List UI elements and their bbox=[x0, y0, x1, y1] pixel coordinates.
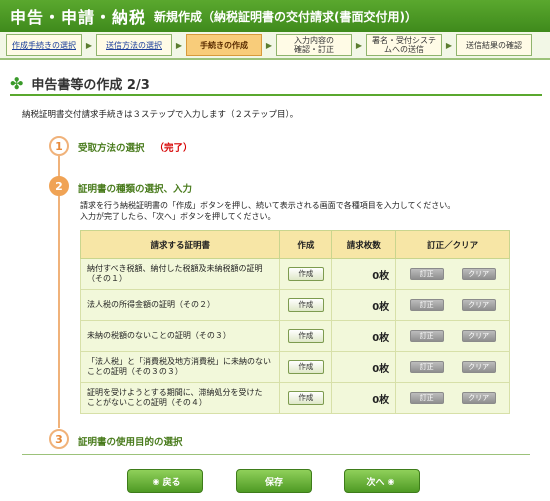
certificate-name-line: ことがないことの証明（その４） bbox=[87, 398, 207, 407]
certificate-name: 法人税の所得金額の証明（その２） bbox=[79, 289, 281, 321]
step-confirm-edit: 入力内容の 確認・訂正 bbox=[276, 34, 352, 56]
request-count: 0枚 bbox=[331, 289, 397, 321]
step-send-result: 送信結果の確認 bbox=[456, 34, 532, 56]
fix-clear-cell: 訂正 クリア bbox=[395, 289, 510, 321]
circle-arrow-right-icon: ◉ bbox=[387, 476, 395, 486]
fix-clear-cell: 訂正 クリア bbox=[395, 382, 510, 414]
fix-clear-cell: 訂正 クリア bbox=[395, 258, 510, 290]
create-button[interactable]: 作成 bbox=[287, 360, 324, 374]
flow-step-1-label: 受取方法の選択 bbox=[78, 143, 145, 154]
step-create-procedure: 手続きの作成 bbox=[186, 34, 262, 56]
request-count: 0枚 bbox=[331, 382, 397, 414]
circle-arrow-left-icon: ◉ bbox=[152, 476, 160, 486]
header-title: 申告・申請・納税 bbox=[10, 8, 147, 27]
next-button-label: 次へ bbox=[366, 477, 385, 488]
col-header-fix-clear: 訂正／クリア bbox=[395, 230, 510, 259]
certificate-name: 未納の税額のないことの証明（その３） bbox=[79, 320, 281, 352]
clear-button[interactable]: クリア bbox=[461, 330, 496, 342]
create-button[interactable]: 作成 bbox=[287, 329, 324, 343]
save-button-label: 保存 bbox=[264, 477, 283, 488]
instruction-line: 請求を行う納税証明書の「作成」ボタンを押し、続いて表示される画面で各種項目を入力… bbox=[80, 201, 456, 210]
clear-button[interactable]: クリア bbox=[461, 268, 496, 280]
table-row: 「法人税」と「消費税及地方消費税」に未納のない ことの証明（その３の３） 作成 0枚訂… bbox=[79, 351, 510, 383]
request-count: 0枚 bbox=[331, 258, 397, 290]
create-cell: 作成 bbox=[279, 258, 333, 290]
table-row: 未納の税額のないことの証明（その３） 作成 0枚 訂正 クリア bbox=[79, 320, 510, 352]
clear-button[interactable]: クリア bbox=[461, 299, 496, 311]
create-cell: 作成 bbox=[279, 382, 333, 414]
flow-step-1: 受取方法の選択 （完了） bbox=[78, 140, 193, 154]
step-number-3: 3 bbox=[49, 429, 69, 449]
flow-step-2-label: 証明書の種類の選択、入力 bbox=[78, 184, 193, 195]
fix-button[interactable]: 訂正 bbox=[409, 268, 444, 280]
certificate-name: 「法人税」と「消費税及地方消費税」に未納のない ことの証明（その３の３） bbox=[79, 351, 281, 383]
back-button-label: 戻る bbox=[162, 477, 181, 488]
create-button[interactable]: 作成 bbox=[287, 391, 324, 405]
fix-button[interactable]: 訂正 bbox=[409, 330, 444, 342]
fix-clear-cell: 訂正 クリア bbox=[395, 351, 510, 383]
header-subtitle: 新規作成（納税証明書の交付請求(書面交付用)） bbox=[154, 9, 417, 24]
footer-divider bbox=[22, 454, 530, 455]
certificate-name: 納付すべき税額、納付した税額及未納税額の証明 （その１） bbox=[79, 258, 281, 290]
certificate-name-line: 「法人税」と「消費税及地方消費税」に未納のない bbox=[87, 357, 271, 366]
arrow-right-icon: ▶ bbox=[355, 40, 363, 50]
table-row: 納付すべき税額、納付した税額及未納税額の証明 （その１） 作成 0枚 訂正 クリア bbox=[79, 258, 510, 290]
certificate-name-line: 納付すべき税額、納付した税額及未納税額の証明 bbox=[87, 264, 263, 273]
next-button[interactable]: 次へ ◉ bbox=[344, 469, 420, 493]
flow-step-3-label: 証明書の使用目的の選択 bbox=[78, 437, 183, 448]
certificate-name-line: （その１） bbox=[87, 274, 127, 283]
instruction-line: 入力が完了したら、「次へ」ボタンを押してください。 bbox=[80, 212, 276, 221]
certificate-name-line: 未納の税額のないことの証明（その３） bbox=[87, 331, 231, 340]
fix-button[interactable]: 訂正 bbox=[409, 361, 444, 373]
request-count: 0枚 bbox=[331, 320, 397, 352]
progress-steps: 作成手続きの選択 ▶ 送信方法の選択 ▶ 手続きの作成 ▶ 入力内容の 確認・訂… bbox=[0, 32, 550, 60]
col-header-create: 作成 bbox=[279, 230, 333, 259]
save-button[interactable]: 保存 bbox=[236, 469, 312, 493]
certificate-name-line: 証明を受けようとする期間に、滞納処分を受けた bbox=[87, 388, 263, 397]
create-cell: 作成 bbox=[279, 289, 333, 321]
arrow-right-icon: ▶ bbox=[265, 40, 273, 50]
step-select-procedure[interactable]: 作成手続きの選択 bbox=[6, 34, 82, 56]
back-button[interactable]: ◉ 戻る bbox=[127, 469, 203, 493]
flow-connector bbox=[58, 156, 60, 178]
intro-text: 納税証明書交付請求手続きは３ステップで入力します（２ステップ目）。 bbox=[22, 110, 299, 120]
create-cell: 作成 bbox=[279, 351, 333, 383]
create-button[interactable]: 作成 bbox=[287, 267, 324, 281]
page-title: 申告書等の作成 2/3 bbox=[31, 77, 150, 93]
clear-button[interactable]: クリア bbox=[461, 361, 496, 373]
col-header-certificate: 請求する証明書 bbox=[79, 230, 281, 259]
clover-icon: ✤ bbox=[10, 73, 24, 93]
arrow-right-icon: ▶ bbox=[85, 40, 93, 50]
step-sign-send: 署名・受付システ ムへの送信 bbox=[366, 34, 442, 56]
create-cell: 作成 bbox=[279, 320, 333, 352]
col-header-count: 請求枚数 bbox=[331, 230, 397, 259]
step-number-1: 1 bbox=[49, 136, 69, 156]
flow-connector bbox=[58, 196, 60, 428]
create-button[interactable]: 作成 bbox=[287, 298, 324, 312]
fix-button[interactable]: 訂正 bbox=[409, 392, 444, 404]
table-row: 法人税の所得金額の証明（その２） 作成 0枚 訂正 クリア bbox=[79, 289, 510, 321]
certificate-name: 証明を受けようとする期間に、滞納処分を受けた ことがないことの証明（その４） bbox=[79, 382, 281, 414]
app-header: 申告・申請・納税 新規作成（納税証明書の交付請求(書面交付用)） bbox=[0, 0, 550, 32]
step-number-2: 2 bbox=[49, 176, 69, 196]
step-2-instructions: 請求を行う納税証明書の「作成」ボタンを押し、続いて表示される画面で各種項目を入力… bbox=[80, 200, 455, 222]
certificate-name-line: ことの証明（その３の３） bbox=[87, 367, 183, 376]
clear-button[interactable]: クリア bbox=[461, 392, 496, 404]
page-title-bar: ✤ 申告書等の作成 2/3 bbox=[10, 72, 542, 96]
table-header-row: 請求する証明書 作成 請求枚数 訂正／クリア bbox=[79, 230, 510, 259]
step-select-send-method[interactable]: 送信方法の選択 bbox=[96, 34, 172, 56]
fix-button[interactable]: 訂正 bbox=[409, 299, 444, 311]
certificate-table: 請求する証明書 作成 請求枚数 訂正／クリア 納付すべき税額、納付した税額及未納… bbox=[79, 230, 510, 414]
table-row: 証明を受けようとする期間に、滞納処分を受けた ことがないことの証明（その４） 作成 0… bbox=[79, 382, 510, 414]
completed-badge: （完了） bbox=[154, 143, 193, 154]
fix-clear-cell: 訂正 クリア bbox=[395, 320, 510, 352]
request-count: 0枚 bbox=[331, 351, 397, 383]
arrow-right-icon: ▶ bbox=[175, 40, 183, 50]
certificate-name-line: 法人税の所得金額の証明（その２） bbox=[87, 300, 215, 309]
arrow-right-icon: ▶ bbox=[445, 40, 453, 50]
